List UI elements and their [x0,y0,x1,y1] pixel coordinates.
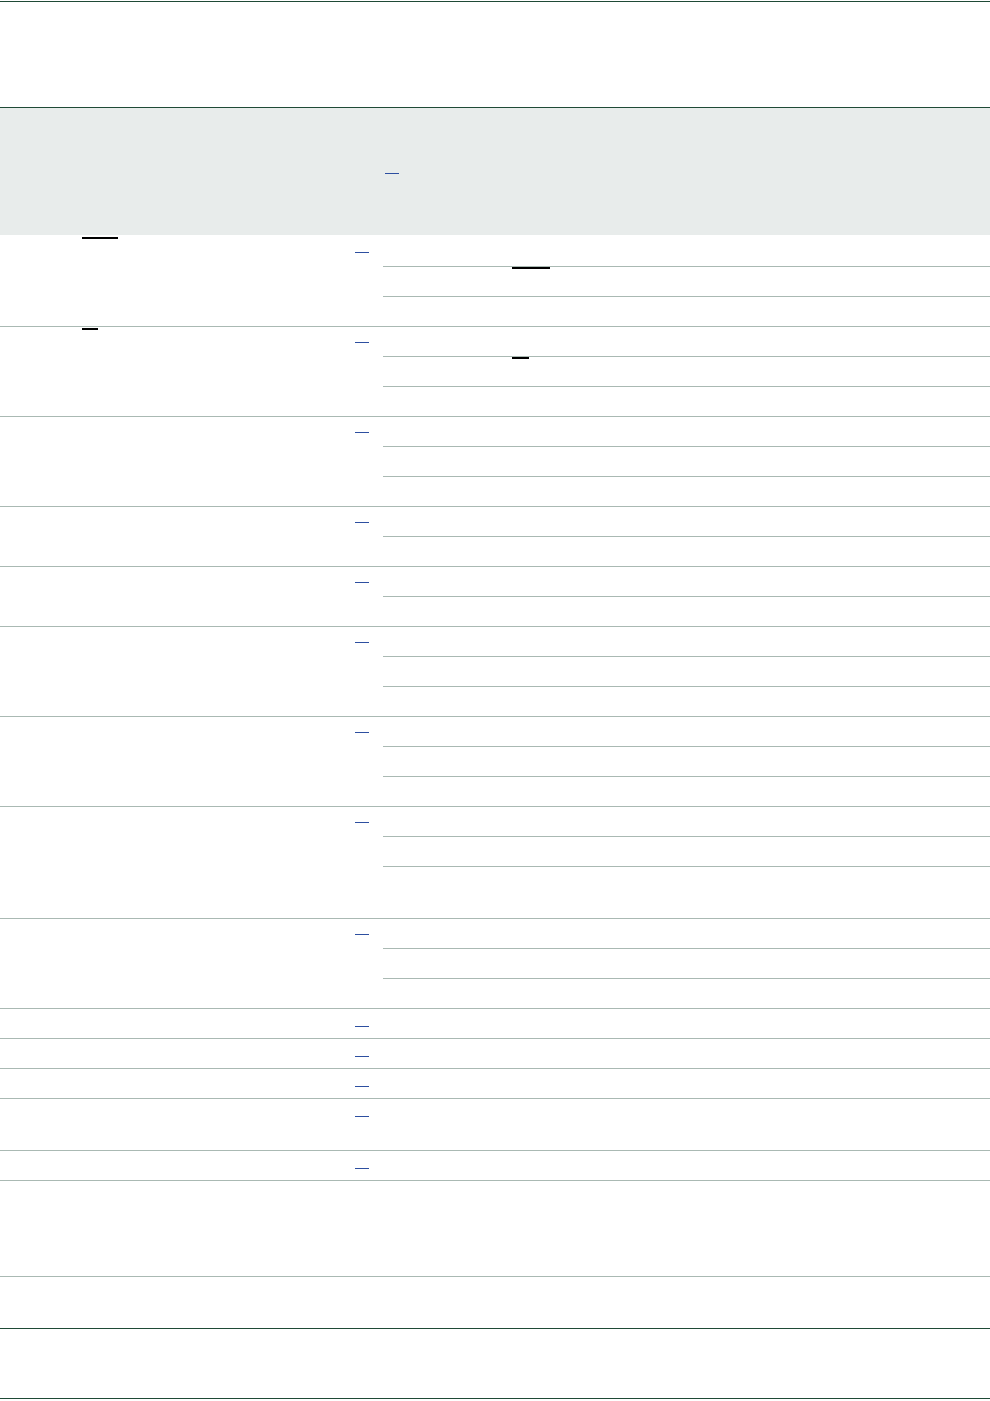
row-reference-link[interactable] [355,582,369,583]
sub-row-divider [383,978,990,979]
sub-row-divider [383,596,990,597]
table-header-reference-link[interactable] [385,173,399,174]
table-bottom-rule [0,1328,990,1329]
sub-row-divider [383,446,990,447]
row-divider [0,506,990,507]
row-reference-link[interactable] [355,252,369,253]
row-divider [0,1098,990,1099]
sub-row-divider [383,656,990,657]
sub-row-divider [383,536,990,537]
row-label-marker [82,328,98,330]
page-top-rule [0,1,990,2]
row-divider [0,1150,990,1151]
row-divider [0,1038,990,1039]
row-reference-link[interactable] [355,522,369,523]
row-reference-link[interactable] [355,432,369,433]
sub-row-divider [383,476,990,477]
row-divider [0,918,990,919]
row-reference-link[interactable] [355,732,369,733]
row-reference-link[interactable] [355,934,369,935]
row-label-marker [82,237,118,239]
sub-row-divider [383,356,990,357]
row-divider [0,416,990,417]
row-divider [0,1180,990,1181]
row-divider [0,806,990,807]
row-reference-link[interactable] [355,1056,369,1057]
sub-row-divider [383,776,990,777]
sub-row-divider [383,386,990,387]
row-reference-link[interactable] [355,1026,369,1027]
row-reference-link[interactable] [355,1168,369,1169]
row-reference-link[interactable] [355,822,369,823]
row-divider [0,626,990,627]
row-reference-link[interactable] [355,1116,369,1117]
cell-marker [512,267,550,269]
sub-row-divider [383,866,990,867]
sub-row-divider [383,948,990,949]
row-reference-link[interactable] [355,1086,369,1087]
sub-row-divider [383,686,990,687]
row-divider [0,1068,990,1069]
sub-row-divider [383,746,990,747]
table-header-row [0,108,990,235]
row-divider [0,1008,990,1009]
sub-row-divider [383,296,990,297]
sub-row-divider [383,266,990,267]
footer-rule [0,1398,990,1399]
row-divider [0,326,990,327]
row-divider [0,716,990,717]
row-reference-link[interactable] [355,642,369,643]
sub-row-divider [383,836,990,837]
row-reference-link[interactable] [355,342,369,343]
row-divider [0,566,990,567]
row-divider [0,1276,990,1277]
cell-marker [512,357,529,359]
